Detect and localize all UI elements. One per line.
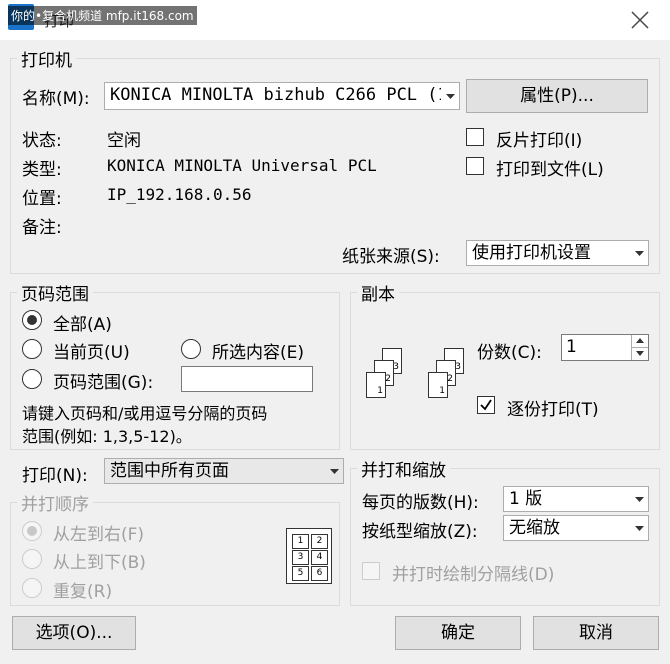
range-selection-label[interactable]: 所选内容(E) bbox=[212, 338, 304, 363]
zoom-legend: 并打和缩放 bbox=[361, 461, 446, 481]
print-what-select[interactable]: 范围中所有页面 bbox=[104, 458, 344, 484]
order-cell: 2 bbox=[311, 534, 328, 549]
print-to-file-checkbox[interactable] bbox=[466, 157, 484, 175]
pages-per-sheet-select[interactable]: 1 版 bbox=[503, 486, 649, 512]
spin-up-icon[interactable] bbox=[632, 335, 648, 348]
close-button[interactable] bbox=[624, 6, 656, 34]
close-icon bbox=[631, 11, 649, 29]
pages-per-sheet-label: 每页的版数(H): bbox=[362, 493, 479, 513]
page-icon: 1 bbox=[428, 372, 448, 398]
print-what-value: 范围中所有页面 bbox=[110, 461, 229, 481]
paper-source-value: 使用打印机设置 bbox=[472, 243, 591, 263]
type-label: 类型: bbox=[22, 160, 62, 180]
order-cell: 3 bbox=[292, 550, 309, 565]
chevron-down-icon bbox=[630, 241, 648, 265]
order-preview-sheet: 1 2 3 4 5 6 bbox=[286, 528, 332, 584]
printer-legend: 打印机 bbox=[21, 51, 72, 71]
watermark-text: 你的•复合机频道 mfp.it168.com bbox=[8, 6, 197, 25]
page-range-hint-line1: 请键入页码和/或用逗号分隔的页码 bbox=[22, 404, 268, 423]
status-value: 空闲 bbox=[107, 131, 141, 151]
paper-source-label: 纸张来源(S): bbox=[342, 247, 440, 267]
location-value: IP_192.168.0.56 bbox=[107, 185, 252, 204]
reverse-print-checkbox[interactable] bbox=[466, 128, 484, 146]
range-pages-radio[interactable] bbox=[22, 369, 42, 389]
order-left-right-label[interactable]: 从左到右(F) bbox=[53, 520, 144, 545]
scale-value: 无缩放 bbox=[509, 518, 560, 538]
order-repeat-label[interactable]: 重复(R) bbox=[53, 577, 112, 602]
collate-label[interactable]: 逐份打印(T) bbox=[507, 395, 599, 420]
ok-button[interactable]: 确定 bbox=[395, 616, 521, 650]
range-all-label[interactable]: 全部(A) bbox=[53, 310, 112, 335]
range-current-radio[interactable] bbox=[22, 339, 42, 359]
cancel-button[interactable]: 取消 bbox=[533, 616, 659, 650]
printer-name-value: KONICA MINOLTA bizhub C266 PCL (19 bbox=[110, 85, 458, 105]
order-legend: 并打顺序 bbox=[21, 495, 89, 515]
range-current-label[interactable]: 当前页(U) bbox=[53, 338, 130, 363]
page-icon: 1 bbox=[366, 372, 386, 398]
printer-name-label: 名称(M): bbox=[22, 89, 90, 109]
options-button[interactable]: 选项(O)... bbox=[12, 616, 136, 650]
printer-name-select[interactable]: KONICA MINOLTA bizhub C266 PCL (19 bbox=[104, 82, 460, 110]
copies-count-value: 1 bbox=[566, 337, 577, 357]
pages-per-sheet-value: 1 版 bbox=[509, 489, 543, 509]
location-label: 位置: bbox=[22, 189, 62, 209]
order-left-right-radio[interactable] bbox=[22, 521, 42, 541]
type-value: KONICA MINOLTA Universal PCL bbox=[107, 156, 377, 175]
range-all-radio[interactable] bbox=[22, 310, 42, 330]
spin-down-icon[interactable] bbox=[632, 348, 648, 361]
order-repeat-radio[interactable] bbox=[22, 578, 42, 598]
collate-pages-illustration: 3 2 1 3 2 1 bbox=[362, 348, 472, 408]
copies-count-label: 份数(C): bbox=[477, 343, 542, 363]
range-selection-radio[interactable] bbox=[181, 339, 201, 359]
order-top-bottom-radio[interactable] bbox=[22, 549, 42, 569]
status-label: 状态: bbox=[22, 131, 62, 151]
chevron-down-icon bbox=[441, 83, 459, 109]
paper-source-select[interactable]: 使用打印机设置 bbox=[466, 240, 649, 266]
page-range-input[interactable] bbox=[181, 366, 313, 392]
order-top-bottom-label[interactable]: 从上到下(B) bbox=[53, 548, 146, 573]
scale-select[interactable]: 无缩放 bbox=[503, 515, 649, 541]
draw-borders-label[interactable]: 并打时绘制分隔线(D) bbox=[392, 560, 554, 585]
checkmark-icon bbox=[480, 399, 492, 411]
order-cell: 6 bbox=[311, 566, 328, 581]
copies-legend: 副本 bbox=[361, 285, 395, 305]
chevron-down-icon bbox=[325, 459, 343, 483]
scale-label: 按纸型缩放(Z): bbox=[362, 522, 478, 542]
draw-borders-checkbox[interactable] bbox=[362, 562, 380, 580]
range-pages-label[interactable]: 页码范围(G): bbox=[53, 368, 153, 393]
print-to-file-label[interactable]: 打印到文件(L) bbox=[496, 155, 604, 180]
comment-label: 备注: bbox=[22, 218, 62, 238]
order-cell: 5 bbox=[292, 566, 309, 581]
properties-button[interactable]: 属性(P)... bbox=[466, 79, 648, 113]
reverse-print-label[interactable]: 反片打印(I) bbox=[496, 126, 582, 151]
page-range-legend: 页码范围 bbox=[21, 285, 89, 305]
print-what-label: 打印(N): bbox=[22, 466, 88, 486]
title-bar: 打印 你的•复合机频道 mfp.it168.com bbox=[0, 0, 670, 40]
collate-checkbox[interactable] bbox=[477, 396, 495, 414]
page-range-hint-line2: 范围(例如: 1,3,5-12)。 bbox=[22, 427, 192, 446]
chevron-down-icon bbox=[630, 516, 648, 540]
chevron-down-icon bbox=[630, 487, 648, 511]
order-cell: 4 bbox=[311, 550, 328, 565]
copies-count-spinner[interactable]: 1 bbox=[561, 334, 649, 361]
order-cell: 1 bbox=[292, 534, 309, 549]
